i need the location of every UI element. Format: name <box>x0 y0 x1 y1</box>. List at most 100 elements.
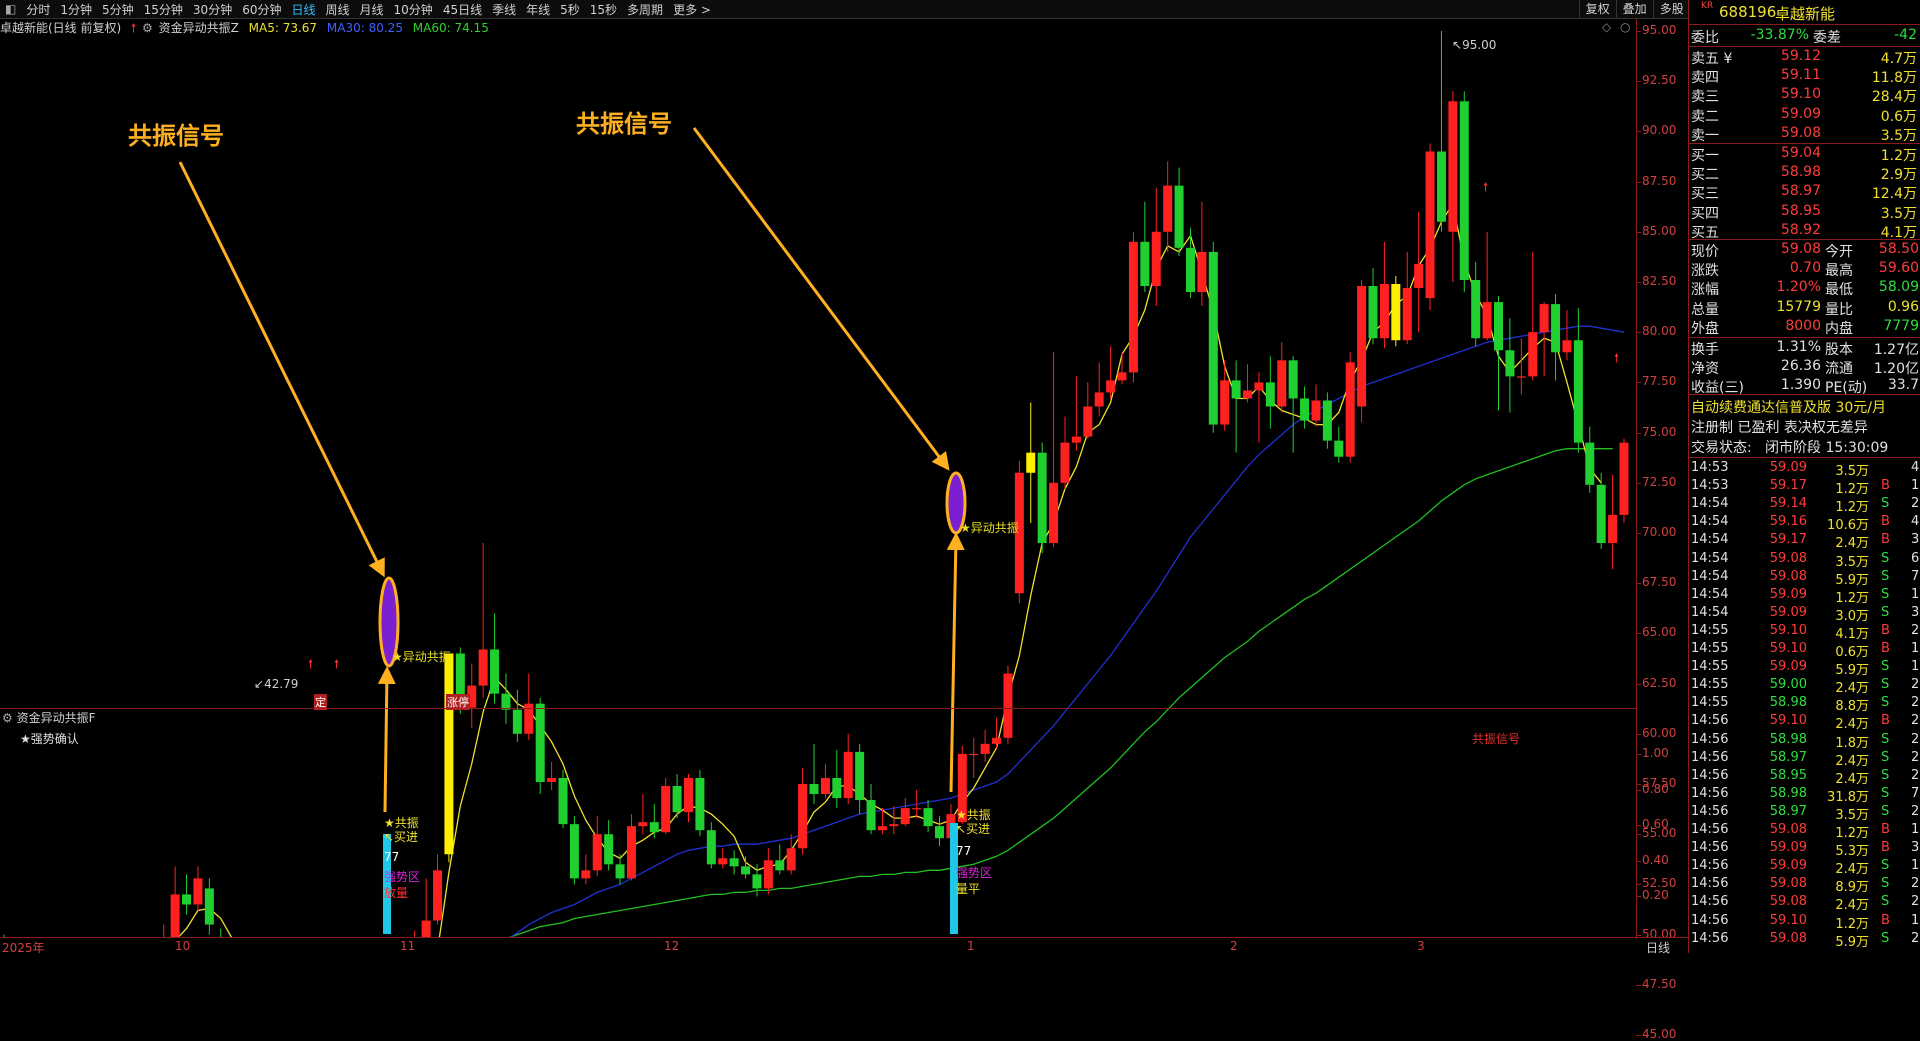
candle-body[interactable] <box>1311 400 1321 421</box>
candle-body[interactable] <box>512 709 522 734</box>
candle-body[interactable] <box>1049 482 1059 544</box>
candle-body[interactable] <box>1254 382 1264 391</box>
promo-text[interactable]: 自动续费通达信普及版 30元/月 <box>1691 397 1886 417</box>
tab-timeframe-3[interactable]: 15分钟 <box>139 1 188 18</box>
candle-body[interactable] <box>1459 101 1469 280</box>
candle-body[interactable] <box>1151 231 1161 287</box>
tab-timeframe-11[interactable]: 季线 <box>487 1 521 18</box>
candle-body[interactable] <box>1243 390 1253 399</box>
bid-row[interactable]: 买二 58.98 2.9万 <box>1689 164 1920 183</box>
candle-body[interactable] <box>1425 151 1435 299</box>
candle-body[interactable] <box>490 649 500 694</box>
toolbar-button-1[interactable]: 叠加 <box>1615 0 1653 18</box>
gear-icon[interactable]: ⚙ <box>2 711 13 725</box>
candle-body[interactable] <box>1379 284 1389 339</box>
tab-timeframe-5[interactable]: 60分钟 <box>237 1 286 18</box>
candle-body[interactable] <box>1128 241 1138 373</box>
candle-body[interactable] <box>1060 442 1070 483</box>
tab-timeframe-13[interactable]: 5秒 <box>555 1 585 18</box>
candle-body[interactable] <box>1596 484 1606 544</box>
candle-body[interactable] <box>170 894 180 937</box>
candle-body[interactable] <box>1265 382 1275 407</box>
candle-body[interactable] <box>775 860 785 871</box>
candle-body[interactable] <box>433 870 443 921</box>
candle-body[interactable] <box>912 808 922 810</box>
candle-body[interactable] <box>695 777 705 831</box>
candle-body[interactable] <box>1117 372 1127 381</box>
candle-body[interactable] <box>877 826 887 831</box>
toolbar-button-0[interactable]: 复权 <box>1578 0 1616 18</box>
candle-body[interactable] <box>558 777 568 825</box>
ask-row[interactable]: 卖一 59.08 3.5万 <box>1689 125 1920 144</box>
ask-row[interactable]: 卖四 59.11 11.8万 <box>1689 67 1920 86</box>
candle-body[interactable] <box>638 822 648 827</box>
candle-body[interactable] <box>1551 304 1561 353</box>
candle-body[interactable] <box>1300 398 1310 421</box>
candle-body[interactable] <box>1402 288 1412 341</box>
candle-body[interactable] <box>1106 380 1116 393</box>
tab-timeframe-14[interactable]: 15秒 <box>585 1 622 18</box>
candle-body[interactable] <box>1505 350 1515 377</box>
candle-body[interactable] <box>569 824 579 879</box>
candle-body[interactable] <box>1220 380 1230 425</box>
bid-row[interactable]: 买四 58.95 3.5万 <box>1689 203 1920 222</box>
candle-body[interactable] <box>1528 332 1538 377</box>
candle-body[interactable] <box>1516 376 1526 378</box>
candle-body[interactable] <box>421 920 431 937</box>
candle-body[interactable] <box>798 784 808 849</box>
candle-body[interactable] <box>478 649 488 686</box>
ask-row[interactable]: 卖五 ¥ 59.12 4.7万 <box>1689 48 1920 67</box>
candle-body[interactable] <box>820 777 830 795</box>
candle-body[interactable] <box>741 866 751 875</box>
bid-row[interactable]: 买一 59.04 1.2万 <box>1689 145 1920 164</box>
tab-timeframe-16[interactable]: 更多 > <box>668 1 716 18</box>
candle-body[interactable] <box>706 830 716 865</box>
candle-body[interactable] <box>1368 286 1378 339</box>
candle-body[interactable] <box>1003 673 1013 738</box>
candle-body[interactable] <box>1619 442 1629 515</box>
candle-body[interactable] <box>615 864 625 879</box>
candle-body[interactable] <box>809 784 819 795</box>
candle-body[interactable] <box>535 703 545 782</box>
candle-body[interactable] <box>923 808 933 827</box>
candle-body[interactable] <box>1539 304 1549 333</box>
candle-body[interactable] <box>1094 392 1104 407</box>
candle-body[interactable] <box>992 737 1002 744</box>
tab-timeframe-7[interactable]: 周线 <box>321 1 355 18</box>
candle-body[interactable] <box>1071 436 1081 443</box>
candle-body[interactable] <box>752 874 762 889</box>
candle-body[interactable] <box>843 751 853 799</box>
tab-timeframe-8[interactable]: 月线 <box>355 1 389 18</box>
candle-body[interactable] <box>649 822 659 833</box>
candle-body[interactable] <box>1231 380 1241 399</box>
candle-body[interactable] <box>444 653 454 855</box>
candle-body[interactable] <box>547 777 557 782</box>
tab-timeframe-6[interactable]: 日线 <box>286 1 320 18</box>
tab-timeframe-0[interactable]: 分时 <box>21 1 55 18</box>
candle-body[interactable] <box>1436 151 1446 222</box>
candle-body[interactable] <box>980 743 990 754</box>
candlestick-chart[interactable]: 🠕 🠕 🠕 🠕 <box>0 19 1636 937</box>
tab-timeframe-9[interactable]: 10分钟 <box>389 1 438 18</box>
candle-body[interactable] <box>832 777 842 799</box>
candle-body[interactable] <box>1608 514 1618 544</box>
candle-body[interactable] <box>1208 251 1218 425</box>
candle-body[interactable] <box>661 786 671 833</box>
candle-body[interactable] <box>1357 286 1367 407</box>
bid-row[interactable]: 买三 58.97 12.4万 <box>1689 183 1920 202</box>
candle-body[interactable] <box>1185 247 1195 293</box>
candle-body[interactable] <box>204 888 214 925</box>
candle-body[interactable] <box>1163 185 1173 232</box>
candle-body[interactable] <box>1140 241 1150 287</box>
candle-body[interactable] <box>1448 101 1458 232</box>
candle-body[interactable] <box>1288 360 1298 399</box>
tab-timeframe-4[interactable]: 30分钟 <box>188 1 237 18</box>
tab-timeframe-1[interactable]: 1分钟 <box>55 1 97 18</box>
candle-body[interactable] <box>763 860 773 889</box>
candle-body[interactable] <box>866 800 876 831</box>
candle-body[interactable] <box>1322 400 1332 441</box>
candle-body[interactable] <box>889 824 899 827</box>
bid-row[interactable]: 买五 58.92 4.1万 <box>1689 222 1920 241</box>
candle-body[interactable] <box>1391 284 1401 341</box>
candle-body[interactable] <box>1585 442 1595 485</box>
